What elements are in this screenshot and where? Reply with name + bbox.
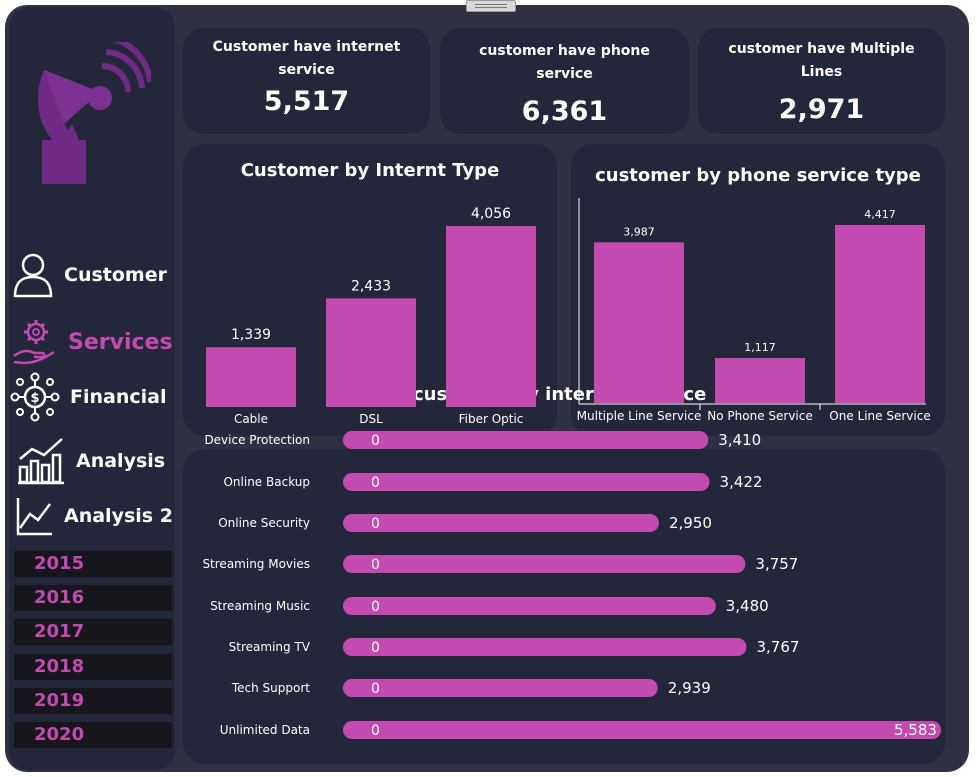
- line-chart-icon: [16, 498, 52, 536]
- internet-service-chart-title: customer by internet service: [413, 384, 707, 405]
- nav-customer[interactable]: Customer: [12, 252, 167, 298]
- kpi-card-phone: customer have phone service 6,361: [440, 28, 689, 134]
- resize-handle[interactable]: [466, 0, 516, 12]
- kpi-value: 2,971: [778, 94, 865, 125]
- chart-title: customer by phone service type: [595, 165, 921, 186]
- kpi-title: customer have Multiple Lines: [728, 41, 915, 80]
- kpi-card-internet: Customer have internet service 5,517: [183, 28, 430, 134]
- nav-financial[interactable]: $ Financial: [10, 372, 166, 422]
- year-slicer-2016[interactable]: 2016: [14, 585, 172, 611]
- kpi-title: customer have phone service: [479, 43, 650, 82]
- user-icon: [13, 253, 53, 298]
- kpi-value: 5,517: [263, 86, 350, 117]
- year-slicer-2017[interactable]: 2017: [14, 619, 172, 645]
- year-slicer-2015[interactable]: 2015: [14, 551, 172, 577]
- nav-label: Analysis: [76, 450, 166, 472]
- year-slicer-2019[interactable]: 2019: [14, 688, 172, 714]
- nav-label: Analysis 2: [64, 505, 173, 527]
- nav-label: Financial: [70, 386, 167, 408]
- gear-hand-icon: [13, 320, 55, 365]
- year-slicer-2018[interactable]: 2018: [14, 654, 172, 680]
- kpi-value: 6,361: [521, 96, 608, 127]
- kpi-title: Customer have internet service: [212, 39, 401, 78]
- year-slicer-2020[interactable]: 2020: [14, 722, 172, 748]
- internet-service-panel: [183, 449, 945, 764]
- kpi-card-multiple-lines: customer have Multiple Lines 2,971: [698, 28, 945, 134]
- dollar-network-icon: $: [10, 372, 60, 422]
- nav-analysis-2[interactable]: Analysis 2: [16, 496, 173, 536]
- bar-chart-icon: [18, 438, 64, 485]
- svg-text:$: $: [30, 391, 39, 406]
- nav-label: Services: [68, 329, 173, 355]
- nav-services[interactable]: Services: [12, 318, 173, 366]
- satellite-dish-logo: [37, 42, 151, 184]
- nav-analysis[interactable]: Analysis: [16, 437, 165, 485]
- nav-label: Customer: [64, 264, 167, 286]
- chart-title: Customer by Internt Type: [240, 160, 500, 181]
